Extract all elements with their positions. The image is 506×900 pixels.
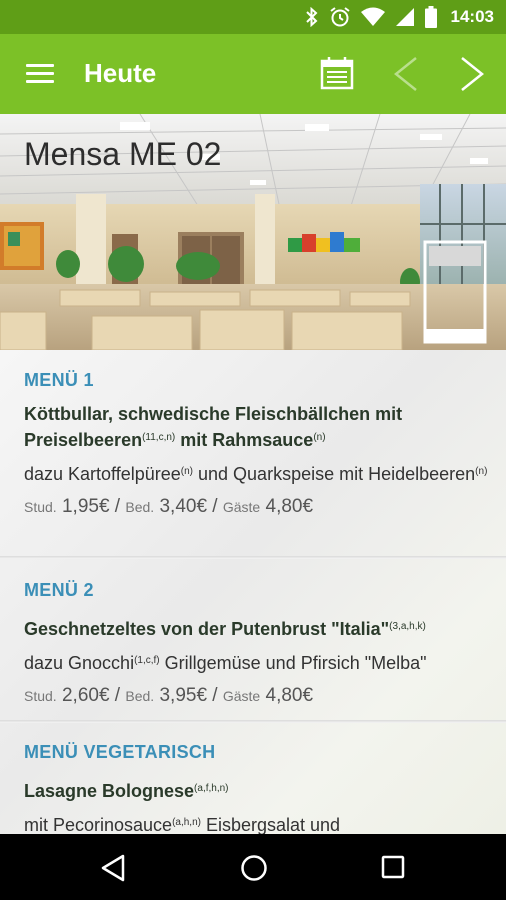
chevron-left-icon[interactable] [388,54,424,94]
side-dishes: dazu Gnocchi(1,c,f) Grillgemüse und Pfir… [24,653,427,673]
side-dishes: mit Pecorinosauce(a,h,n) Eisbergsalat un… [24,815,341,834]
staff-price: 3,40€ [159,496,208,517]
guest-label: Gäste [222,688,261,704]
canteen-name: Mensa ME 02 [24,136,222,172]
status-bar: 14:03 [0,0,506,34]
home-icon[interactable] [239,853,269,883]
menu-card[interactable]: MENÜ VEGETARISCH Lasagne Bolognese(a,f,h… [0,742,506,834]
wifi-icon [360,7,385,26]
student-price: 2,60€ [61,685,110,706]
menu-card[interactable]: MENÜ 1 Köttbullar, schwedische Fleischbä… [0,370,506,518]
staff-label: Bed. [125,499,155,515]
guest-price: 4,80€ [265,685,314,706]
recents-icon[interactable] [380,854,406,880]
menu-list[interactable]: MENÜ 1 Köttbullar, schwedische Fleischbä… [0,350,506,834]
page-title: Heute [84,58,157,88]
price-line: Stud. 1,95€ / Bed. 3,40€ / Gäste 4,80€ [24,496,314,517]
dish-name: Geschnetzeltes von der Putenbrust "Itali… [24,619,426,639]
price-line: Stud. 2,60€ / Bed. 3,95€ / Gäste 4,80€ [24,685,314,706]
menu-heading: MENÜ 2 [24,580,94,600]
side-dishes: dazu Kartoffelpüree(n) und Quarkspeise m… [24,464,488,484]
app-bar: Heute [0,34,506,114]
navigation-bar [0,834,506,900]
dish-name: Köttbullar, schwedische Fleischbällchen … [24,404,403,450]
student-price: 1,95€ [61,496,110,517]
menu-heading: MENÜ VEGETARISCH [24,742,216,762]
back-icon[interactable] [100,854,128,882]
staff-label: Bed. [125,688,155,704]
guest-label: Gäste [222,499,261,515]
divider [0,556,506,559]
menu-card[interactable]: MENÜ 2 Geschnetzeltes von der Putenbrust… [0,580,506,707]
divider [0,720,506,723]
cafeteria-photo: Mensa ME 02 [0,114,506,350]
staff-price: 3,95€ [159,685,208,706]
menu-heading: MENÜ 1 [24,370,94,390]
student-label: Stud. [24,499,57,515]
guest-price: 4,80€ [265,496,314,517]
chevron-right-icon[interactable] [454,54,490,94]
bluetooth-icon [305,7,317,27]
dish-name: Lasagne Bolognese(a,f,h,n) [24,781,229,801]
menu-icon[interactable] [26,64,54,84]
clock-time: 14:03 [450,7,494,26]
student-label: Stud. [24,688,57,704]
signal-icon [395,8,414,26]
alarm-icon [329,7,350,27]
battery-icon [424,6,437,28]
calendar-icon[interactable] [320,56,354,90]
